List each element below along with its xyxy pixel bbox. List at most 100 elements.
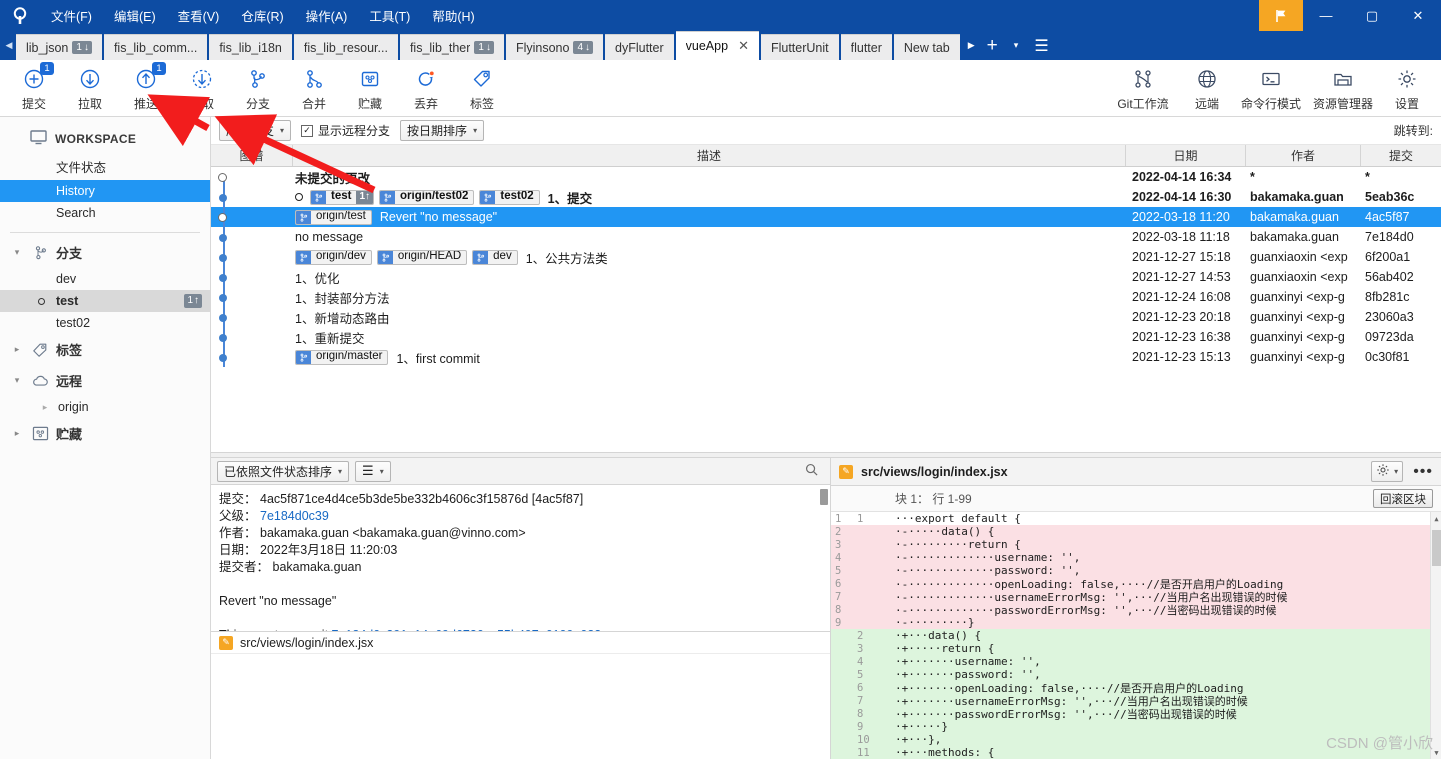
more-dots-icon[interactable]: ••• (1413, 463, 1433, 479)
view-mode-dropdown[interactable]: ☰ ▾ (355, 460, 391, 482)
ref-badge[interactable]: test 1↑ (310, 189, 375, 205)
toolbar-remote-button[interactable]: 远端 (1179, 62, 1235, 115)
hamburger-menu-icon[interactable]: ☰ (1026, 31, 1056, 60)
diff-line[interactable]: 9 ·-·········} (831, 616, 1441, 629)
minimize-button[interactable]: — (1303, 0, 1349, 31)
menu-help[interactable]: 帮助(H) (421, 0, 485, 31)
diff-scrollbar[interactable]: ▲ ▼ (1430, 512, 1441, 759)
close-button[interactable]: ✕ (1395, 0, 1441, 31)
repo-tab-vueapp[interactable]: vueApp ✕ (675, 31, 759, 60)
sidebar-branch-test[interactable]: test 1 ↑ (0, 290, 210, 312)
close-icon[interactable]: ✕ (738, 38, 749, 54)
table-row[interactable]: 1、优化 2021-12-27 14:53 guanxiaoxin <exp 56ab… (211, 267, 1441, 287)
diff-line[interactable]: 4 ·+·······username: '', (831, 655, 1441, 668)
sidebar-group-stash[interactable]: ▸ 贮藏 (0, 418, 210, 449)
toolbar-push-button[interactable]: 1 推送 (118, 61, 174, 115)
detail-reverts-hash[interactable]: 7e184d0c391a14e69d6736ca55b497a6109a032c (332, 628, 608, 631)
repo-tab-flutter[interactable]: flutter (840, 34, 892, 60)
table-row[interactable]: 1、新增动态路由 2021-12-23 20:18 guanxinyi <exp-g… (211, 307, 1441, 327)
column-header-date[interactable]: 日期 (1126, 145, 1246, 166)
sidebar-branch-test02[interactable]: test02 (0, 312, 210, 334)
diff-line[interactable]: 3 ·+·····return { (831, 642, 1441, 655)
sort-order-dropdown[interactable]: 按日期排序 ▾ (400, 120, 485, 141)
toolbar-branch-button[interactable]: 分支 (230, 62, 286, 115)
ref-badge[interactable]: test02 (479, 189, 540, 205)
repo-tab-fis-lib-comm[interactable]: fis_lib_comm... (103, 34, 208, 60)
repo-tab-fis-lib-resour[interactable]: fis_lib_resour... (293, 34, 398, 60)
detail-scrollbar-thumb[interactable] (820, 489, 828, 505)
scroll-up-arrow-icon[interactable]: ▲ (1431, 512, 1441, 525)
detail-parent-value[interactable]: 7e184d0c39 (260, 509, 329, 523)
table-row[interactable]: 未提交的更改 2022-04-14 16:34 * * (211, 167, 1441, 187)
toolbar-pull-button[interactable]: 拉取 (62, 62, 118, 115)
diff-line[interactable]: 8 ·-·············passwordErrorMsg: '',···… (831, 603, 1441, 617)
toolbar-commit-button[interactable]: 1 提交 (6, 61, 62, 115)
repo-tab-fis-lib-ther[interactable]: fis_lib_ther 1 ↓ (399, 34, 504, 60)
sidebar-group-tags[interactable]: ▸ 标签 (0, 334, 210, 365)
menu-view[interactable]: 查看(V) (167, 0, 231, 31)
table-row[interactable]: no message 2022-03-18 11:18 bakamaka.guan 7… (211, 227, 1441, 247)
toolbar-tag-button[interactable]: 标签 (454, 62, 510, 115)
toolbar-terminal-button[interactable]: 命令行模式 (1235, 62, 1307, 115)
list-item[interactable]: ✎ src/views/login/index.jsx (211, 632, 830, 654)
sidebar-group-branches[interactable]: ▾ 分支 (0, 237, 210, 268)
sidebar-item-file-status[interactable]: 文件状态 (0, 153, 210, 180)
diff-line[interactable]: 8 ·+·······passwordErrorMsg: '',···//当密码出… (831, 707, 1441, 721)
search-icon[interactable] (805, 463, 818, 479)
ref-badge[interactable]: origin/master (295, 349, 389, 365)
menu-repository[interactable]: 仓库(R) (230, 0, 294, 31)
toolbar-discard-button[interactable]: 丢弃 (398, 62, 454, 115)
diff-line[interactable]: 2 ·-·····data() { (831, 525, 1441, 538)
changed-file-list[interactable]: ✎ src/views/login/index.jsx (211, 631, 830, 759)
ref-badge[interactable]: origin/dev (295, 249, 372, 265)
diff-line[interactable]: 4 ·-·············username: '', (831, 551, 1441, 564)
column-header-description[interactable]: 描述 (293, 145, 1126, 166)
tab-scroll-right-icon[interactable]: ▶ (964, 31, 979, 60)
ref-badge[interactable]: origin/test (295, 209, 372, 225)
new-tab-button[interactable]: + (979, 31, 1006, 60)
sidebar-group-remotes[interactable]: ▾ 远程 (0, 365, 210, 396)
maximize-button[interactable]: ▢ (1349, 0, 1395, 31)
diff-scrollbar-thumb[interactable] (1432, 530, 1441, 566)
ref-badge[interactable]: origin/HEAD (376, 249, 468, 265)
menu-tools[interactable]: 工具(T) (358, 0, 421, 31)
table-row[interactable]: origin/test Revert "no message" 2022-03-18… (211, 207, 1441, 227)
diff-line[interactable]: 2 ·+···data() { (831, 629, 1441, 642)
table-row[interactable]: origin/dev origin/HEAD dev 1、公共方法类 2021-12-2… (211, 247, 1441, 267)
ref-badge[interactable]: dev (472, 249, 518, 265)
repo-tab-fis-lib-i18n[interactable]: fis_lib_i18n (209, 34, 292, 60)
table-row[interactable]: origin/master 1、first commit 2021-12-23 15… (211, 347, 1441, 367)
column-header-graph[interactable]: 图谱 (211, 145, 293, 166)
file-sort-dropdown[interactable]: 已依照文件状态排序 ▾ (217, 460, 350, 482)
toolbar-settings-button[interactable]: 设置 (1379, 62, 1435, 115)
repo-tab-flutterunit[interactable]: FlutterUnit (760, 34, 839, 60)
table-row[interactable]: 1、重新提交 2021-12-23 16:38 guanxinyi <exp-g 09… (211, 327, 1441, 347)
revert-hunk-button[interactable]: 回滚区块 (1373, 489, 1433, 508)
toolbar-gitflow-button[interactable]: Git工作流 (1107, 62, 1179, 115)
sidebar-branch-dev[interactable]: dev (0, 268, 210, 290)
repo-tab-new-tab[interactable]: New tab (893, 34, 960, 60)
repo-tab-dyflutter[interactable]: dyFlutter (605, 34, 674, 60)
diff-line[interactable]: 1 1 ···export default { (831, 512, 1441, 525)
menu-file[interactable]: 文件(F) (40, 0, 103, 31)
diff-line[interactable]: 3 ·-·········return { (831, 538, 1441, 551)
table-row[interactable]: 1、封装部分方法 2021-12-24 16:08 guanxinyi <exp-g… (211, 287, 1441, 307)
all-branches-dropdown[interactable]: 所有分支 ▾ (219, 120, 292, 141)
menu-actions[interactable]: 操作(A) (295, 0, 359, 31)
toolbar-merge-button[interactable]: 合并 (286, 62, 342, 115)
column-header-author[interactable]: 作者 (1246, 145, 1361, 166)
tab-scroll-left-icon[interactable]: ◀ (2, 31, 16, 60)
toolbar-fetch-button[interactable]: 获取 (174, 62, 230, 115)
column-header-commit[interactable]: 提交 (1361, 145, 1441, 166)
repo-tab-lib-json[interactable]: lib_json 1 ↓ (16, 34, 102, 60)
sidebar-remote-origin[interactable]: ▸ origin (0, 396, 210, 418)
sidebar-item-search[interactable]: Search (0, 202, 210, 224)
sidebar-item-history[interactable]: History (0, 180, 210, 202)
diff-body[interactable]: 1 1 ···export default {2 ·-·····data() {3 ·-… (831, 512, 1441, 759)
menu-edit[interactable]: 编辑(E) (103, 0, 167, 31)
table-row[interactable]: test 1↑ origin/test02 test02 1、提交 2022-04-14 … (211, 187, 1441, 207)
ref-badge[interactable]: origin/test02 (379, 189, 475, 205)
toolbar-stash-button[interactable]: 贮藏 (342, 62, 398, 115)
diff-settings-button[interactable]: ▾ (1371, 461, 1404, 482)
commit-list[interactable]: 未提交的更改 2022-04-14 16:34 * * test 1↑ origin/tes… (211, 167, 1441, 452)
